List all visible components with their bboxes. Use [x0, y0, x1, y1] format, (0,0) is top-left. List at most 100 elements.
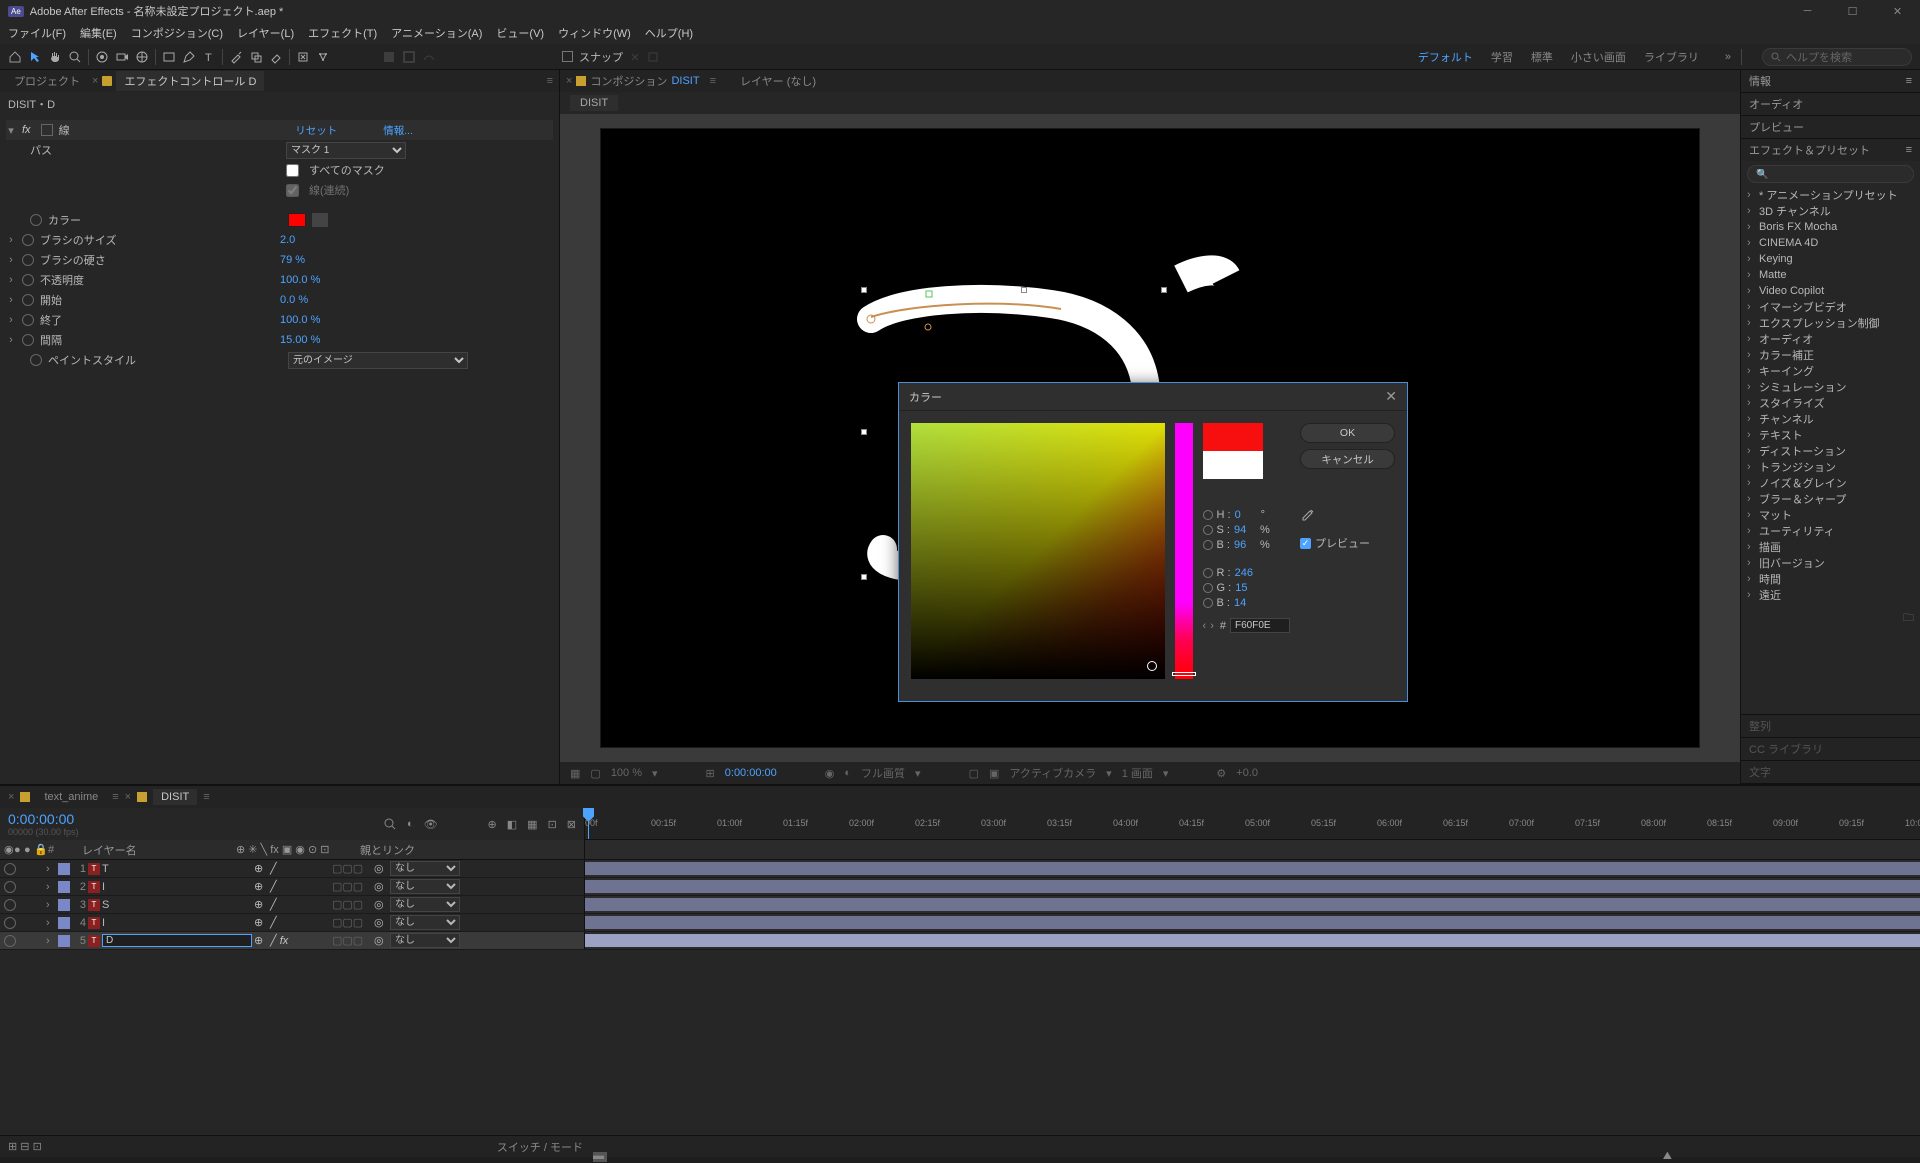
visibility-toggle[interactable]	[4, 899, 16, 911]
effects-category[interactable]: ›イマーシブビデオ	[1747, 299, 1914, 315]
effects-category[interactable]: ›エクスプレッション制御	[1747, 315, 1914, 331]
parent-link-select[interactable]: なし	[390, 861, 460, 876]
tl-icon[interactable]: ◧	[507, 818, 517, 831]
stopwatch-icon[interactable]	[30, 354, 42, 366]
timecode[interactable]: 0:00:00:00	[8, 811, 79, 827]
effect-stroke-label[interactable]: 線	[59, 122, 290, 138]
effects-category[interactable]: ›CINEMA 4D	[1747, 235, 1914, 251]
effects-category[interactable]: ›ディストーション	[1747, 443, 1914, 459]
workspace-tab[interactable]: 小さい画面	[1571, 49, 1626, 65]
footer-icon[interactable]: ⊞	[706, 767, 715, 780]
layer-bar[interactable]	[585, 880, 1920, 893]
folder-icon[interactable]: 🗀	[1903, 612, 1914, 624]
workspace-tab[interactable]: ライブラリ	[1644, 49, 1699, 65]
tab-comp-name[interactable]: DISIT	[671, 75, 699, 87]
switches-modes-label[interactable]: スイッチ / モード	[497, 1139, 583, 1155]
stopwatch-icon[interactable]	[22, 254, 34, 266]
cp-b2-radio[interactable]	[1203, 598, 1213, 608]
parent-link-select[interactable]: なし	[390, 933, 460, 948]
panel-align[interactable]: 整列	[1741, 715, 1920, 737]
tl-icon[interactable]: ◐	[407, 818, 414, 830]
tab-close-icon[interactable]: ×	[8, 791, 14, 803]
camera-value[interactable]: アクティブカメラ	[1009, 765, 1096, 781]
effects-category[interactable]: ›描画	[1747, 539, 1914, 555]
effects-category[interactable]: ›Keying	[1747, 251, 1914, 267]
bezier-icon[interactable]	[422, 50, 436, 64]
visibility-toggle[interactable]	[4, 863, 16, 875]
effects-category[interactable]: ›時間	[1747, 571, 1914, 587]
col-layer-name[interactable]: レイヤー名	[82, 842, 232, 858]
tab-menu-icon[interactable]: ≡	[112, 791, 118, 803]
close-button[interactable]: ✕	[1875, 0, 1920, 22]
time-value[interactable]: 0:00:00:00	[725, 767, 777, 779]
pan-behind-icon[interactable]	[135, 50, 149, 64]
workspace-more-icon[interactable]: »	[1725, 51, 1731, 63]
footer-icon[interactable]: ▣	[989, 767, 999, 780]
timeline-ruler[interactable]: 00f00:15f01:00f01:15f02:00f02:15f03:00f0…	[585, 808, 1920, 840]
cp-g-value[interactable]: 15	[1235, 582, 1257, 594]
maximize-button[interactable]: ☐	[1830, 0, 1875, 22]
tl-icon[interactable]: ⊕	[488, 818, 497, 831]
pen-tool-icon[interactable]	[182, 50, 196, 64]
views-value[interactable]: 1 画面	[1122, 765, 1153, 781]
layer-color[interactable]	[58, 881, 70, 893]
puppet-tool-icon[interactable]	[316, 50, 330, 64]
tab-close-icon[interactable]: ×	[566, 75, 572, 87]
effects-category[interactable]: ›Boris FX Mocha	[1747, 219, 1914, 235]
panel-character[interactable]: 文字	[1741, 761, 1920, 783]
workspace-tab[interactable]: 学習	[1491, 49, 1513, 65]
exposure-value[interactable]: +0.0	[1236, 767, 1258, 779]
layer-color[interactable]	[58, 935, 70, 947]
search-icon[interactable]	[383, 817, 397, 831]
panel-effects-presets[interactable]: エフェクト＆プリセット≡	[1741, 139, 1920, 161]
tab-layer[interactable]: レイヤー (なし)	[740, 73, 816, 89]
layer-name[interactable]: I	[102, 881, 252, 893]
cp-close-button[interactable]: ✕	[1385, 388, 1397, 405]
cp-hue-slider[interactable]	[1175, 423, 1193, 679]
prop-spacing-value[interactable]: 15.00 %	[280, 334, 320, 346]
tab-menu-icon[interactable]: ≡	[203, 791, 209, 803]
tl-icon[interactable]: ⊠	[567, 818, 576, 831]
layer-color[interactable]	[58, 863, 70, 875]
prop-brushsize-value[interactable]: 2.0	[280, 234, 295, 246]
stopwatch-icon[interactable]	[30, 214, 42, 226]
layer-name[interactable]: T	[102, 863, 252, 875]
zoom-tool-icon[interactable]	[68, 50, 82, 64]
visibility-toggle[interactable]	[4, 917, 16, 929]
layer-color[interactable]	[58, 899, 70, 911]
stroke-icon[interactable]	[402, 50, 416, 64]
eraser-tool-icon[interactable]	[269, 50, 283, 64]
timeline-tab[interactable]: DISIT	[153, 789, 197, 805]
tab-close-icon[interactable]: ×	[125, 791, 131, 803]
prop-brushhard-value[interactable]: 79 %	[280, 254, 305, 266]
effects-category[interactable]: ›ユーティリティ	[1747, 523, 1914, 539]
snap-opts-icon[interactable]	[629, 51, 641, 63]
info-link[interactable]: 情報...	[383, 123, 413, 138]
cp-s-radio[interactable]	[1203, 525, 1213, 535]
tab-comp-prefix[interactable]: コンポジション	[590, 73, 667, 89]
effects-category[interactable]: ›旧バージョン	[1747, 555, 1914, 571]
layer-bar[interactable]	[585, 898, 1920, 911]
cp-cancel-button[interactable]: キャンセル	[1300, 449, 1395, 469]
panel-cc-library[interactable]: CC ライブラリ	[1741, 738, 1920, 760]
menu-item[interactable]: エフェクト(T)	[308, 25, 377, 41]
fill-icon[interactable]	[382, 50, 396, 64]
timeline-layer-row[interactable]: ›5T⊕╱ fx▢▢▢◎なし	[0, 932, 1920, 950]
reset-link[interactable]: リセット	[295, 123, 337, 138]
timeline-tab[interactable]: text_anime	[36, 789, 106, 805]
timeline-layer-row[interactable]: ›2TI⊕╱ ▢▢▢◎なし	[0, 878, 1920, 896]
stopwatch-icon[interactable]	[22, 274, 34, 286]
effects-search[interactable]	[1747, 165, 1914, 183]
cp-h-radio[interactable]	[1203, 510, 1213, 520]
type-tool-icon[interactable]: T	[202, 50, 216, 64]
orbit-tool-icon[interactable]	[95, 50, 109, 64]
layer-bar[interactable]	[585, 916, 1920, 929]
effects-category[interactable]: ›ノイズ＆グレイン	[1747, 475, 1914, 491]
panel-preview[interactable]: プレビュー	[1741, 116, 1920, 138]
timeline-layer-row[interactable]: ›4TI⊕╱ ▢▢▢◎なし	[0, 914, 1920, 932]
footer-icon[interactable]: ▢	[969, 767, 979, 780]
stopwatch-icon[interactable]	[22, 294, 34, 306]
panel-menu-icon[interactable]: ≡	[547, 75, 553, 87]
layer-name-input[interactable]	[102, 934, 252, 947]
effects-category[interactable]: ›キーイング	[1747, 363, 1914, 379]
